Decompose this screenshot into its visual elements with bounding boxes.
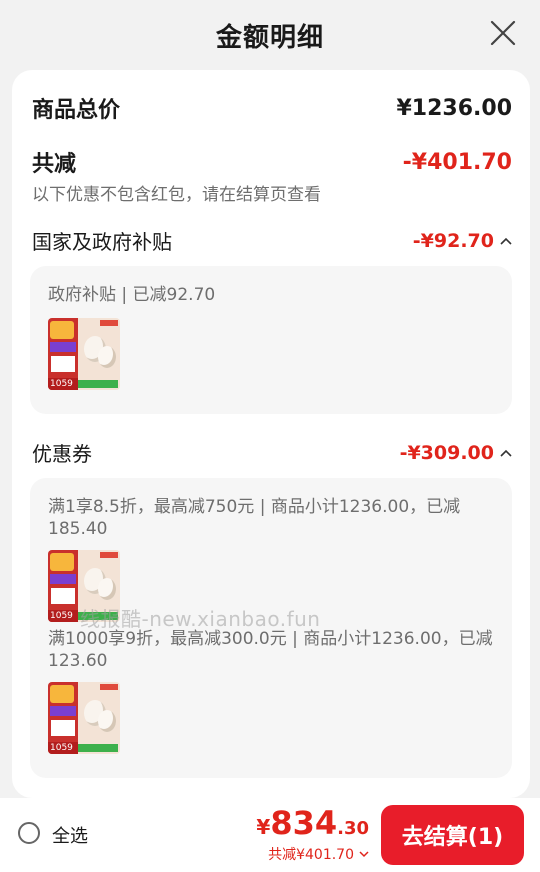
goods-total-row: 商品总价 ¥1236.00 bbox=[32, 92, 512, 124]
discount-row: 共减 -¥401.70 bbox=[32, 146, 512, 178]
discount-note: 以下优惠不包含红包，请在结算页查看 bbox=[32, 185, 321, 205]
saved-text: 共减¥401.70 bbox=[268, 847, 354, 863]
product-thumbnail[interactable]: 1059 bbox=[48, 682, 120, 754]
thumb-price: 1059 bbox=[50, 611, 73, 621]
coupon-row[interactable]: 优惠券 -¥309.00 bbox=[32, 438, 512, 467]
total-price: ¥834.30 bbox=[256, 804, 369, 842]
price-integer: 834 bbox=[270, 804, 338, 842]
checkout-button[interactable]: 去结算(1) bbox=[381, 805, 524, 865]
goods-total-label: 商品总价 bbox=[32, 98, 121, 123]
discount-value: -¥401.70 bbox=[402, 149, 512, 175]
coupon-label: 优惠券 bbox=[32, 442, 92, 466]
select-all-label[interactable]: 全选 bbox=[52, 822, 88, 848]
thumb-price: 1059 bbox=[50, 743, 73, 753]
product-thumbnail[interactable]: 1059 bbox=[48, 318, 120, 390]
goods-total-value: ¥1236.00 bbox=[396, 95, 512, 121]
saved-amount[interactable]: 共减¥401.70 bbox=[268, 844, 369, 864]
coupon-detail-text: 满1000享9折，最高减300.0元 | 商品小计1236.00，已减123.6… bbox=[48, 629, 493, 671]
subsidy-label: 国家及政府补贴 bbox=[32, 230, 172, 254]
bottom-bar: 全选 ¥834.30 共减¥401.70 去结算(1) bbox=[0, 798, 540, 872]
amount-detail-card: 商品总价 ¥1236.00 共减 -¥401.70 以下优惠不包含红包，请在结算… bbox=[12, 70, 530, 798]
discount-label: 共减 bbox=[32, 152, 77, 177]
subsidy-value-wrap[interactable]: -¥92.70 bbox=[413, 230, 512, 252]
header: 金额明细 bbox=[0, 0, 540, 70]
select-all-radio[interactable] bbox=[18, 822, 40, 844]
currency-symbol: ¥ bbox=[256, 815, 271, 839]
coupon-value: -¥309.00 bbox=[399, 441, 494, 464]
chevron-up-icon[interactable] bbox=[500, 449, 512, 457]
subsidy-detail-box: 政府补贴 | 已减92.70 1059 bbox=[30, 266, 512, 414]
coupon-detail-text: 满1享8.5折，最高减750元 | 商品小计1236.00，已减185.40 bbox=[48, 497, 461, 539]
thumb-price: 1059 bbox=[50, 379, 73, 389]
chevron-down-icon[interactable] bbox=[359, 850, 369, 858]
page-title: 金额明细 bbox=[215, 22, 324, 53]
chevron-up-icon[interactable] bbox=[500, 237, 512, 245]
close-icon[interactable] bbox=[488, 18, 518, 48]
subsidy-row[interactable]: 国家及政府补贴 -¥92.70 bbox=[32, 226, 512, 255]
coupon-value-wrap[interactable]: -¥309.00 bbox=[400, 442, 512, 464]
watermark: 线报酷-new.xianbao.fun bbox=[80, 607, 321, 631]
subsidy-value: -¥92.70 bbox=[412, 229, 494, 252]
price-decimal: .30 bbox=[337, 818, 369, 839]
subsidy-detail-text: 政府补贴 | 已减92.70 bbox=[48, 285, 216, 305]
